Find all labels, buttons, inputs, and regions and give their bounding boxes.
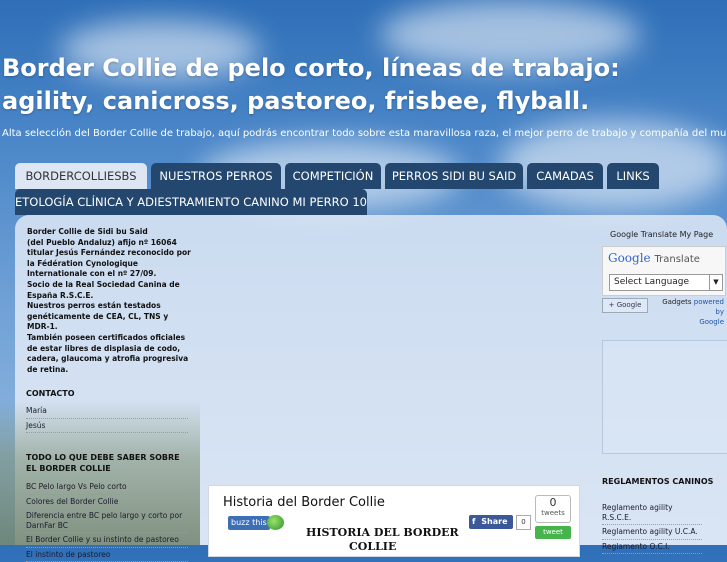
- gadgets-powered-by: Gadgets powered by Google: [652, 297, 724, 327]
- contact-link-maria[interactable]: María: [26, 404, 188, 419]
- tweet-label: tweets: [536, 509, 570, 517]
- learn-section: TODO LO QUE DEBE SABER SOBRE EL BORDER C…: [26, 452, 188, 562]
- tab-etologia[interactable]: ETOLOGÍA CLÍNICA Y ADIESTRAMIENTO CANINO…: [15, 189, 367, 215]
- contact-heading: CONTACTO: [26, 389, 188, 398]
- tweet-button[interactable]: tweet: [535, 526, 571, 539]
- tab-camadas[interactable]: CAMADAS: [527, 163, 603, 189]
- learn-list: BC Pelo largo Vs Pelo corto Colores del …: [26, 480, 188, 562]
- blog-title[interactable]: Border Collie de pelo corto, líneas de t…: [2, 52, 702, 118]
- contact-link-jesus[interactable]: Jesús: [26, 419, 188, 434]
- learn-link[interactable]: El instinto de pastoreo: [26, 548, 188, 562]
- reglamento-link[interactable]: Reglamento O.C.I.: [602, 540, 702, 555]
- share-count: 0: [516, 515, 531, 530]
- learn-link[interactable]: BC Pelo largo Vs Pelo corto: [26, 480, 188, 495]
- google-logo-text: Google: [608, 251, 651, 265]
- buzz-icon[interactable]: [267, 515, 284, 530]
- add-to-google-button[interactable]: + Google: [602, 298, 648, 313]
- powered-by-link[interactable]: powered by: [694, 298, 724, 316]
- reglamento-link[interactable]: Reglamento agility U.C.A.: [602, 525, 702, 540]
- reglamentos-heading: REGLAMENTOS CANINOS: [602, 476, 722, 487]
- translate-widget: Google Translate Select Language ▼: [602, 246, 726, 296]
- google-link[interactable]: Google: [699, 318, 724, 326]
- chevron-down-icon: ▼: [709, 275, 722, 290]
- google-logo: Google Translate: [608, 251, 700, 265]
- tweet-count: 0: [536, 496, 570, 509]
- reglamento-link[interactable]: Reglamento agility R.S.C.E.: [602, 501, 702, 525]
- translate-label: Google Translate My Page: [610, 230, 713, 239]
- sidebar-intro: Border Collie de Sidi bu Said (del Puebl…: [27, 227, 192, 375]
- post-title[interactable]: Historia del Border Collie: [223, 495, 385, 510]
- reglamentos-list: Reglamento agility R.S.C.E. Reglamento a…: [602, 501, 702, 554]
- learn-link[interactable]: Diferencia entre BC pelo largo y corto p…: [26, 509, 188, 533]
- post-heading-2: COLLIE: [349, 540, 396, 553]
- tab-bordercolliesbs[interactable]: BORDERCOLLIESBS: [15, 163, 147, 189]
- right-panel: [602, 340, 727, 454]
- tab-links[interactable]: LINKS: [607, 163, 659, 189]
- gadgets-text: Gadgets: [662, 298, 691, 306]
- contact-section: CONTACTO María Jesús: [26, 389, 188, 433]
- post-heading: HISTORIA DEL BORDER: [306, 526, 459, 539]
- language-select[interactable]: Select Language ▼: [609, 274, 723, 291]
- blog-post: Historia del Border Collie buzz this f S…: [208, 485, 580, 557]
- tweet-counter: 0 tweets: [535, 495, 571, 523]
- share-label: Share: [481, 517, 507, 526]
- blog-description: Alta selección del Border Collie de trab…: [2, 128, 727, 139]
- translate-logo-text: Translate: [654, 254, 699, 265]
- facebook-share-button[interactable]: f Share: [469, 515, 513, 529]
- learn-link[interactable]: El Border Collie y su instinto de pastor…: [26, 533, 188, 548]
- tab-competicion[interactable]: COMPETICIÓN: [285, 163, 381, 189]
- buzz-button[interactable]: buzz this: [228, 516, 270, 530]
- contact-list: María Jesús: [26, 404, 188, 433]
- facebook-icon: f: [472, 517, 475, 526]
- tab-perros-sidi-bu-said[interactable]: PERROS SIDI BU SAID: [385, 163, 523, 189]
- select-language-label: Select Language: [614, 277, 689, 287]
- learn-link[interactable]: Colores del Border Collie: [26, 495, 188, 510]
- tab-nuestros-perros[interactable]: NUESTROS PERROS: [151, 163, 281, 189]
- learn-heading: TODO LO QUE DEBE SABER SOBRE EL BORDER C…: [26, 452, 188, 474]
